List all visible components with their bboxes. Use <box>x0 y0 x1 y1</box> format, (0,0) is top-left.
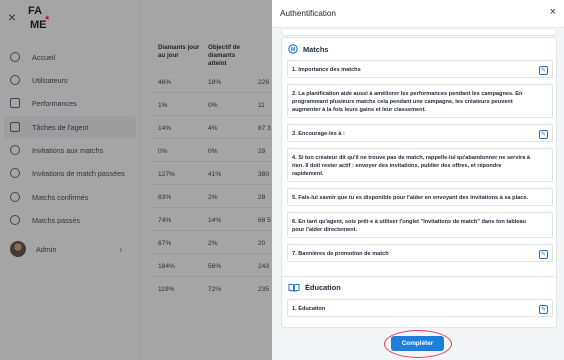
task-item: 6. En tant qu'agent, sois prêt·e à utili… <box>287 212 553 238</box>
authentication-drawer: Authentification × M Matchs 1. Importanc… <box>272 0 564 360</box>
edit-icon[interactable]: ✎ <box>539 305 548 314</box>
section-header: Éducation <box>288 283 341 292</box>
svg-text:M: M <box>291 47 295 53</box>
book-icon <box>288 283 300 292</box>
matchs-badge-icon: M <box>288 44 298 54</box>
highlight-circle <box>384 330 452 358</box>
section-title: Matchs <box>303 44 329 54</box>
drawer-body[interactable]: M Matchs 1. Importance des matchs ✎ 2. L… <box>272 28 564 360</box>
edit-icon[interactable]: ✎ <box>539 66 548 75</box>
task-text: 7. Bannières de promotion de match <box>292 251 389 257</box>
previous-section-card <box>281 30 557 36</box>
section-title: Éducation <box>305 283 341 292</box>
task-text: 5. Fais-lui savoir que tu es disponible … <box>292 195 529 201</box>
drawer-title: Authentification <box>280 9 336 18</box>
task-item: 1. Éducation ✎ <box>287 299 553 317</box>
task-text: 4. Si ton créateur dit qu'il ne trouve p… <box>292 155 530 177</box>
task-item: 1. Importance des matchs ✎ <box>287 60 553 78</box>
task-text: 1. Éducation <box>292 306 326 312</box>
task-item: 2. La planification aide aussi à amélior… <box>287 84 553 118</box>
task-item: 5. Fais-lui savoir que tu es disponible … <box>287 188 553 206</box>
task-text: 1. Importance des matchs <box>292 67 361 73</box>
modal-backdrop[interactable] <box>0 0 272 360</box>
edit-icon[interactable]: ✎ <box>539 130 548 139</box>
task-text: 2. La planification aide aussi à amélior… <box>292 91 523 113</box>
task-text: 6. En tant qu'agent, sois prêt·e à utili… <box>292 219 526 233</box>
task-item: 4. Si ton créateur dit qu'il ne trouve p… <box>287 148 553 182</box>
task-text: 3. Encourage-les à : <box>292 131 345 137</box>
task-item: 7. Bannières de promotion de match ✎ <box>287 244 553 262</box>
drawer-header: Authentification × <box>272 0 564 28</box>
education-section: Éducation 1. Éducation ✎ <box>281 276 557 328</box>
close-icon[interactable]: × <box>550 7 556 18</box>
edit-icon[interactable]: ✎ <box>539 250 548 259</box>
section-header: M Matchs <box>288 44 328 54</box>
task-item: 3. Encourage-les à : ✎ <box>287 124 553 142</box>
matchs-section: M Matchs 1. Importance des matchs ✎ 2. L… <box>281 37 557 291</box>
